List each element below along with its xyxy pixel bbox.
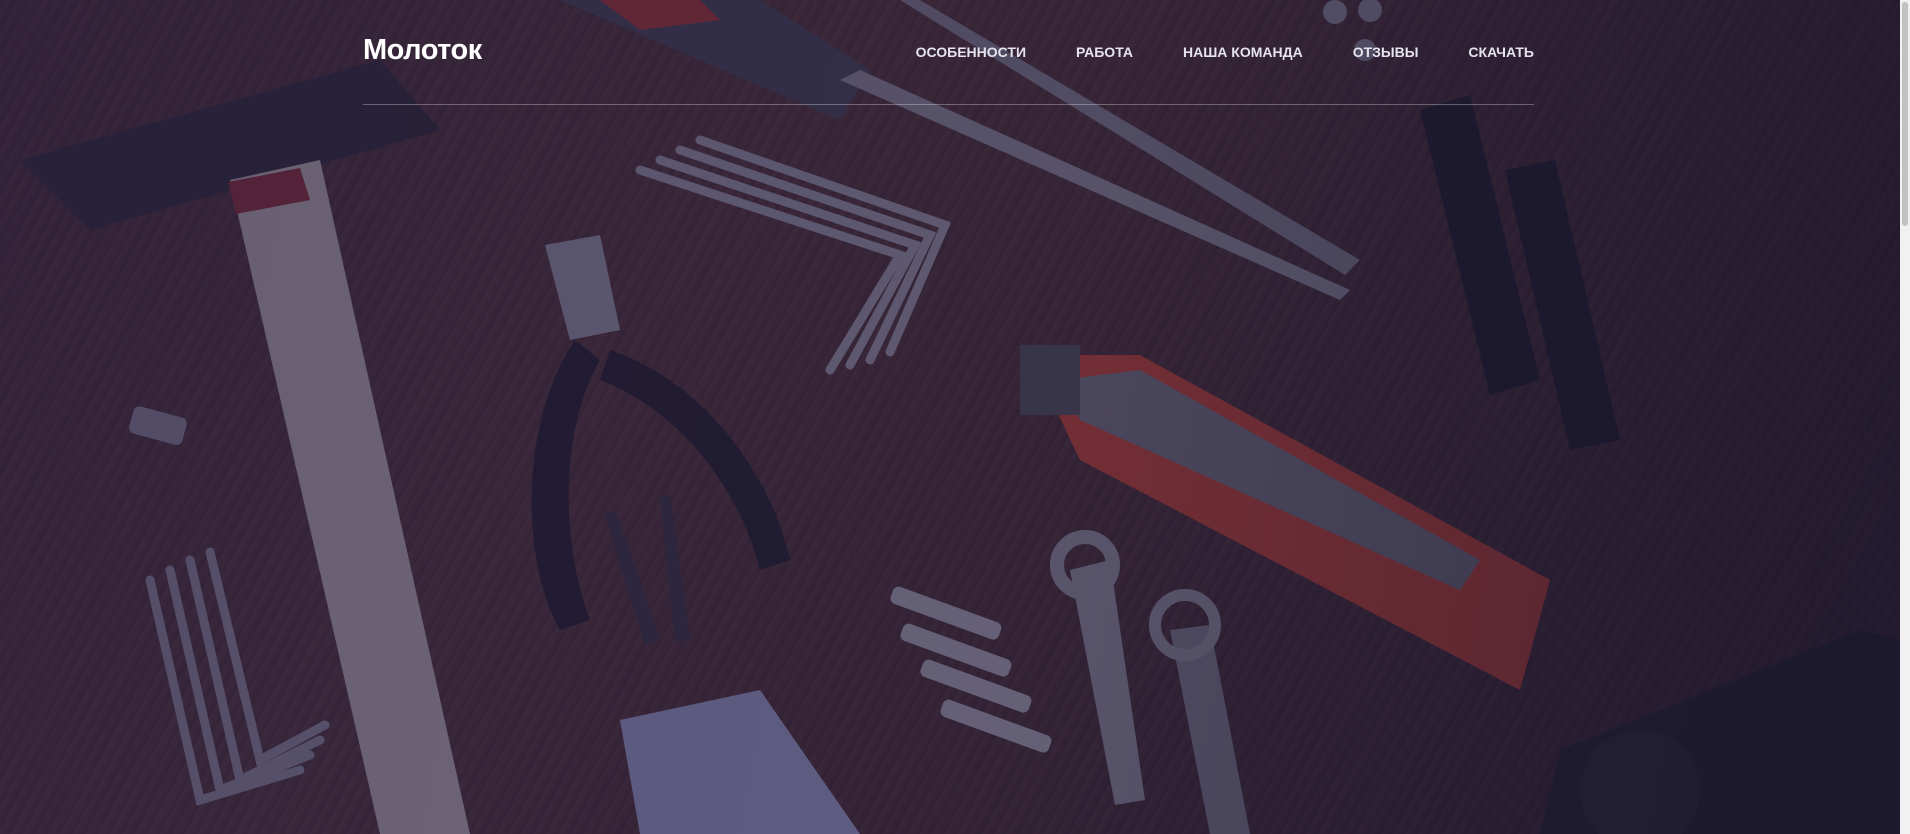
hero-overlay [0,0,1900,834]
scrollbar-thumb[interactable] [1902,2,1908,226]
nav-item-work[interactable]: Работа [1076,44,1133,60]
hero-background [0,0,1900,834]
site-header: Молоток Особенности Работа Наша команда … [363,0,1534,105]
nav-item-team[interactable]: Наша команда [1183,44,1303,60]
site-logo[interactable]: Молоток [363,34,482,67]
nav-item-reviews[interactable]: Отзывы [1353,44,1419,60]
nav-item-download[interactable]: Скачать [1468,44,1534,60]
page-scrollbar[interactable] [1900,0,1910,834]
main-nav: Особенности Работа Наша команда Отзывы С… [916,44,1534,60]
nav-item-features[interactable]: Особенности [916,44,1026,60]
